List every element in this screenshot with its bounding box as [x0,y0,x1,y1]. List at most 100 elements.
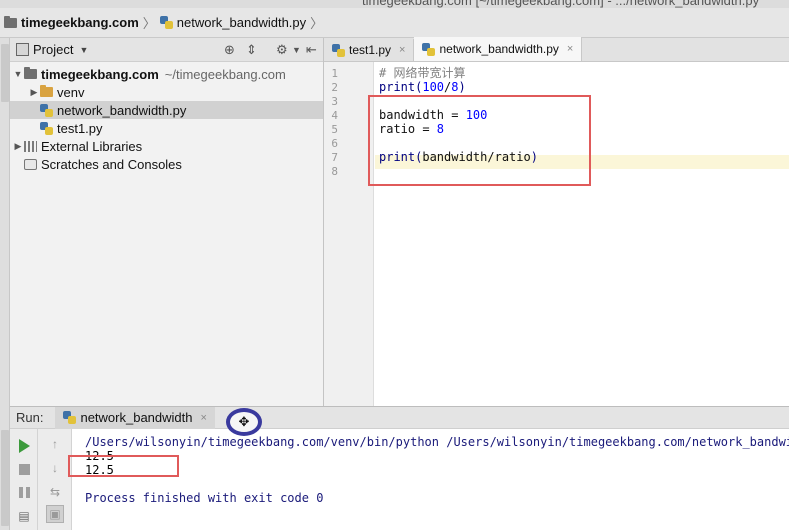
scroll-up-button[interactable]: ↑ [46,435,64,453]
code-builtin: print( [379,80,423,94]
wrap-icon: ⇆ [49,485,61,499]
line-number: 2 [331,81,338,94]
scratches-icon [24,158,37,170]
play-icon [18,439,30,453]
layout-button[interactable]: ▤ [15,507,33,525]
project-panel-header: Project ▼ ⊕ ⇕ ⚙ ▼ ⇤ [10,38,323,62]
tree-item-label: Scratches and Consoles [41,156,182,172]
tree-item-label: External Libraries [41,138,143,154]
line-number: 3 [331,95,338,108]
arrow-down-icon: ↓ [52,461,58,475]
scroll-to-end-button[interactable]: ▣ [46,505,64,523]
code-line-2[interactable]: print(100/8) [379,80,466,94]
project-panel-title[interactable]: Project [33,42,73,57]
tree-item-label: test1.py [57,120,103,136]
python-file-icon [332,43,345,57]
tree-item-path: ~/timegeekbang.com [164,66,286,82]
close-icon[interactable]: × [567,43,573,55]
project-panel: Project ▼ ⊕ ⇕ ⚙ ▼ ⇤ ▼ timegeekbang.com ~… [10,38,324,406]
code-paren: ) [458,80,466,94]
rerun-button[interactable] [15,437,33,455]
tab-label: test1.py [349,43,392,57]
folder-icon [40,85,53,97]
python-file-icon [422,42,436,56]
code-comment: # 网络带宽计算 [379,66,466,80]
navigation-bar: timegeekbang.com 〉 network_bandwidth.py … [0,8,789,38]
python-file-icon [40,121,53,135]
run-panel-header: Run: network_bandwidth × [10,406,789,429]
scroll-end-icon: ▣ [49,507,61,521]
tree-item-venv[interactable]: ▶ venv [10,83,323,101]
code-editor: test1.py × network_bandwidth.py × 1 2 3 … [324,37,789,406]
tree-item-project-root[interactable]: ▼ timegeekbang.com ~/timegeekbang.com [10,65,323,83]
close-icon[interactable]: × [201,412,207,424]
pause-icon [18,486,30,498]
code-number: 100 [422,80,445,94]
python-file-icon [40,103,53,117]
soft-wrap-button[interactable]: ⇆ [46,483,64,501]
line-number: 8 [331,165,338,178]
python-file-icon [159,16,173,29]
stop-icon [18,463,30,475]
tab-label: network_bandwidth.py [439,42,559,56]
stop-button[interactable] [15,460,33,478]
breadcrumb-separator-icon: 〉 [310,16,324,31]
gear-dropdown-icon[interactable]: ▼ [292,45,301,55]
run-secondary-toolbar: ↑ ↓ ⇆ ▣ [38,429,72,530]
resize-cursor-icon: ✥ [226,408,262,436]
project-tree: ▼ timegeekbang.com ~/timegeekbang.com ▶ … [10,62,323,173]
window-title-bar: timegeekbang.com [~/timegeekbang.com] - … [0,0,789,8]
run-tab-label: network_bandwidth [80,410,193,425]
hide-panel-icon[interactable]: ⇤ [306,42,317,58]
breadcrumb-file[interactable]: network_bandwidth.py [177,15,306,30]
line-number: 5 [331,123,338,136]
code-number: 8 [451,80,459,94]
line-number: 6 [331,137,338,150]
tree-item-test1[interactable]: test1.py [10,119,323,137]
console-command-line: /Users/wilsonyin/timegeekbang.com/venv/b… [85,435,789,449]
arrow-up-icon: ↑ [52,437,58,451]
python-file-icon [63,411,77,424]
annotation-box-console [68,455,179,477]
tree-item-external-libraries[interactable]: ▶ External Libraries [10,137,323,155]
close-icon[interactable]: × [399,44,405,56]
scroll-down-button[interactable]: ↓ [46,459,64,477]
tab-test1[interactable]: test1.py × [324,39,415,61]
pause-button[interactable] [15,483,33,501]
tree-item-label: timegeekbang.com [41,66,159,82]
chevron-right-icon[interactable]: ▶ [12,141,24,152]
run-label: Run: [16,410,44,425]
collapse-all-icon[interactable]: ⇕ [246,42,257,58]
console-output[interactable]: /Users/wilsonyin/timegeekbang.com/venv/b… [85,429,789,530]
run-tab-network-bandwidth[interactable]: network_bandwidth × [55,406,215,429]
library-icon [24,140,37,152]
favorites-tool-window-tab[interactable] [1,430,9,526]
chevron-down-icon[interactable]: ▼ [12,69,24,79]
annotation-box-code [368,95,591,186]
line-number-gutter: 1 2 3 4 5 6 7 8 [324,62,374,406]
chevron-down-icon[interactable]: ▼ [79,45,88,55]
layout-icon: ▤ [18,509,30,523]
tree-item-network-bandwidth[interactable]: network_bandwidth.py [10,101,323,119]
line-number: 4 [331,109,338,122]
editor-tab-bar: test1.py × network_bandwidth.py × [324,37,789,62]
breadcrumb-separator-icon: 〉 [142,16,156,31]
folder-icon [24,67,37,79]
locate-file-icon[interactable]: ⊕ [224,42,235,58]
left-tool-strip [0,38,10,530]
code-line-1[interactable]: # 网络带宽计算 [379,66,465,80]
line-number: 1 [331,67,338,80]
chevron-right-icon[interactable]: ▶ [28,87,40,98]
folder-icon [4,15,17,28]
breadcrumb-project[interactable]: timegeekbang.com [21,15,139,30]
project-view-icon [16,43,29,56]
gear-icon[interactable]: ⚙ [276,42,288,58]
console-exit-line: Process finished with exit code 0 [85,491,324,505]
tree-item-label: venv [57,84,85,100]
window-title: timegeekbang.com [~/timegeekbang.com] - … [362,0,760,8]
line-number: 7 [331,151,338,164]
project-tool-window-tab[interactable] [1,44,9,102]
tree-item-scratches[interactable]: Scratches and Consoles [10,155,323,173]
tab-network-bandwidth[interactable]: network_bandwidth.py × [414,37,583,61]
run-toolbar: ▤ [10,429,38,530]
